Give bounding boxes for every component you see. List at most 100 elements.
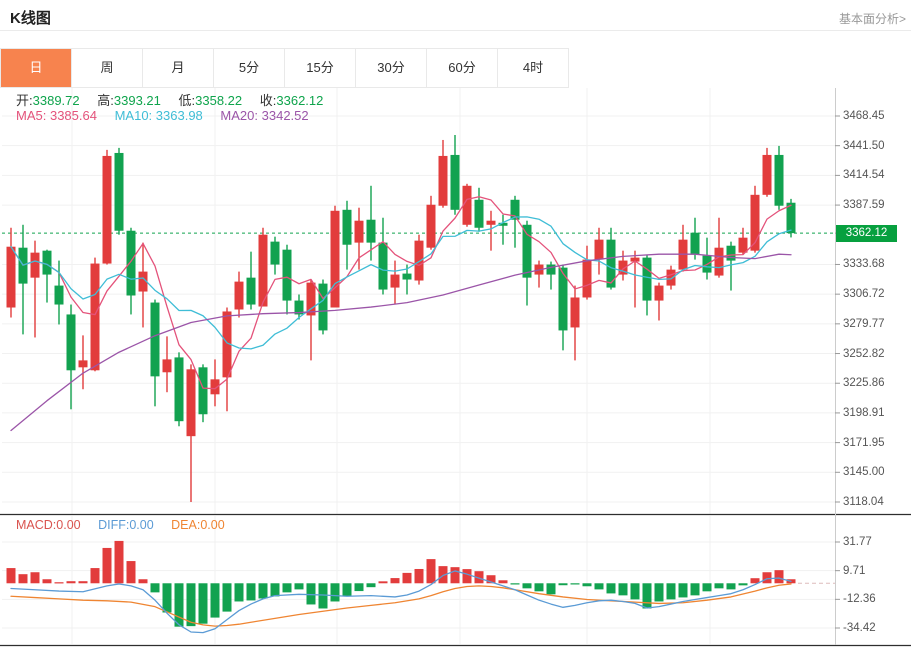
candle-body bbox=[102, 155, 112, 264]
macd-bar bbox=[366, 583, 376, 588]
axis-label: 3441.50 bbox=[843, 139, 885, 152]
macd-bar bbox=[306, 583, 316, 605]
macd-bar bbox=[234, 583, 244, 602]
macd-bar bbox=[318, 583, 328, 609]
macd-bar bbox=[402, 572, 412, 584]
macd-bar bbox=[18, 574, 28, 584]
macd-bar bbox=[210, 583, 220, 618]
macd-bar bbox=[390, 578, 400, 584]
candle-body bbox=[486, 220, 496, 225]
current-price-badge: 3362.12 bbox=[836, 224, 897, 242]
candle-body bbox=[582, 259, 592, 298]
macd-bar bbox=[174, 583, 184, 627]
macd-bar bbox=[414, 568, 424, 584]
candle-body bbox=[522, 224, 532, 278]
candle-body bbox=[54, 285, 64, 305]
candle-body bbox=[366, 219, 376, 243]
candle-body bbox=[738, 237, 748, 253]
candle-body bbox=[150, 302, 160, 377]
candle-body bbox=[354, 220, 364, 243]
macd-bar bbox=[738, 583, 748, 586]
macd-bar bbox=[222, 583, 232, 612]
macd-bar bbox=[138, 579, 148, 584]
high-label: 高: bbox=[97, 93, 114, 108]
candle-body bbox=[714, 247, 724, 276]
macd-bar bbox=[462, 569, 472, 584]
candle-body bbox=[654, 285, 664, 301]
macd-bar bbox=[6, 568, 16, 584]
candle-body bbox=[42, 250, 52, 275]
ma5-value: 3385.64 bbox=[49, 108, 97, 123]
macd-bar bbox=[186, 583, 196, 627]
macd-bar bbox=[342, 583, 352, 597]
macd-bar bbox=[246, 583, 256, 601]
macd-bar bbox=[294, 583, 304, 590]
candle-body bbox=[342, 209, 352, 245]
candle-body bbox=[114, 152, 124, 231]
macd-bar bbox=[702, 583, 712, 592]
candle-body bbox=[330, 210, 340, 308]
axis-label: 31.77 bbox=[843, 536, 872, 548]
open-label: 开: bbox=[16, 93, 33, 108]
macd-bar bbox=[594, 583, 604, 590]
macd-bar bbox=[642, 583, 652, 609]
macd-bar bbox=[378, 581, 388, 584]
macd-bar bbox=[606, 583, 616, 594]
ma10-value: 3363.98 bbox=[155, 108, 203, 123]
candle-body bbox=[186, 369, 196, 437]
candle-body bbox=[198, 367, 208, 415]
macd-bar bbox=[426, 559, 436, 584]
candle-body bbox=[66, 314, 76, 371]
candle-body bbox=[402, 273, 412, 280]
macd-bar bbox=[66, 581, 76, 584]
candle-body bbox=[6, 246, 16, 308]
ma-legend: MA5: 3385.64 MA10: 3363.98 MA20: 3342.52 bbox=[16, 108, 309, 123]
ma10-label: MA10: bbox=[114, 108, 153, 123]
candle-body bbox=[606, 239, 616, 288]
candle-body bbox=[246, 277, 256, 305]
macd-bar bbox=[54, 582, 64, 584]
low-value: 3358.22 bbox=[195, 93, 243, 108]
macd-bar bbox=[126, 561, 136, 584]
macd-bar bbox=[150, 583, 160, 593]
candle-body bbox=[642, 257, 652, 301]
macd-bar bbox=[270, 583, 280, 597]
macd-bar bbox=[666, 583, 676, 600]
macd-value: MACD:0.00 bbox=[16, 518, 81, 532]
macd-bar bbox=[558, 583, 568, 586]
axis-label: 3279.77 bbox=[843, 317, 885, 330]
kline-app: K线图 基本面分析> 日周月 5分 15分 30分 60分 4时 开:3389.72 高:… bbox=[0, 0, 911, 649]
macd-bar bbox=[654, 583, 664, 602]
candle-body bbox=[390, 274, 400, 288]
axis-label: 3333.68 bbox=[843, 258, 885, 271]
close-label: 收: bbox=[259, 93, 277, 108]
macd-bar bbox=[618, 583, 628, 596]
ma5-label: MA5: bbox=[16, 108, 47, 123]
candle-body bbox=[774, 154, 784, 206]
diff-value: DIFF:0.00 bbox=[98, 518, 154, 532]
low-label: 低: bbox=[178, 93, 196, 108]
macd-bar bbox=[198, 583, 208, 624]
candle-body bbox=[234, 281, 244, 310]
axis-label: 3225.86 bbox=[843, 377, 885, 390]
macd-bar bbox=[582, 583, 592, 587]
candle-body bbox=[762, 154, 772, 195]
macd-bar bbox=[30, 572, 40, 584]
candle-body bbox=[570, 297, 580, 328]
high-value: 3393.21 bbox=[113, 93, 161, 108]
open-value: 3389.72 bbox=[32, 93, 80, 108]
candle-body bbox=[282, 249, 292, 301]
candle-body bbox=[474, 199, 484, 228]
axis-label: 3306.72 bbox=[843, 288, 885, 301]
candle-body bbox=[450, 154, 460, 210]
macd-bar bbox=[570, 583, 580, 585]
macd-bar bbox=[162, 583, 172, 613]
macd-bar bbox=[510, 583, 520, 585]
macd-bar bbox=[354, 583, 364, 592]
macd-bar bbox=[522, 583, 532, 589]
candle-body bbox=[546, 264, 556, 275]
macd-bar bbox=[114, 540, 124, 584]
candle-body bbox=[726, 245, 736, 261]
axis-label: 3145.00 bbox=[843, 466, 885, 479]
candle-body bbox=[126, 230, 136, 296]
